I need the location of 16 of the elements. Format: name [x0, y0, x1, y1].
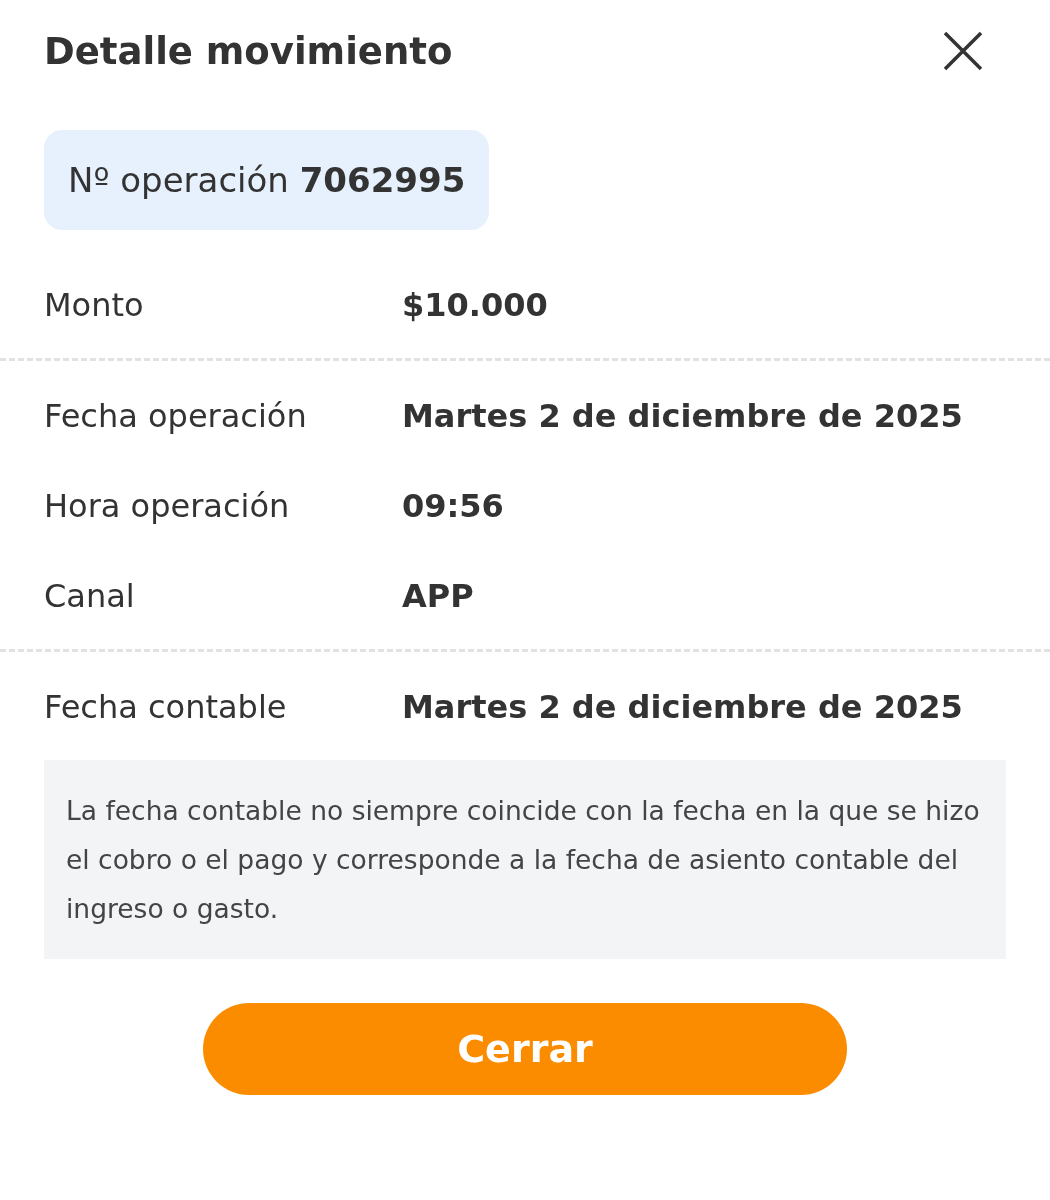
dialog-title: Detalle movimiento [44, 29, 453, 73]
detail-value: $10.000 [402, 285, 549, 326]
detail-value: APP [402, 576, 475, 617]
detail-label: Monto [44, 285, 145, 326]
close-icon [942, 30, 984, 72]
detail-value: 09:56 [402, 486, 505, 527]
close-button[interactable] [942, 30, 984, 72]
close-dialog-button[interactable]: Cerrar [203, 1003, 847, 1095]
detail-label: Hora operación [44, 486, 291, 527]
info-note: La fecha contable no siempre coincide con la fecha en la que se hizo el cobro o el pago y corresponde a la fecha de asiento contable del ingreso o gasto. [44, 760, 1006, 959]
detail-value: Martes 2 de diciembre de 2025 [402, 687, 964, 728]
detail-value: Martes 2 de diciembre de 2025 [402, 396, 964, 437]
operation-number-badge: Nº operación 7062995 [44, 130, 490, 230]
detail-label: Canal [44, 576, 136, 617]
detail-label: Fecha operación [44, 396, 308, 437]
detail-label: Fecha contable [44, 687, 288, 728]
